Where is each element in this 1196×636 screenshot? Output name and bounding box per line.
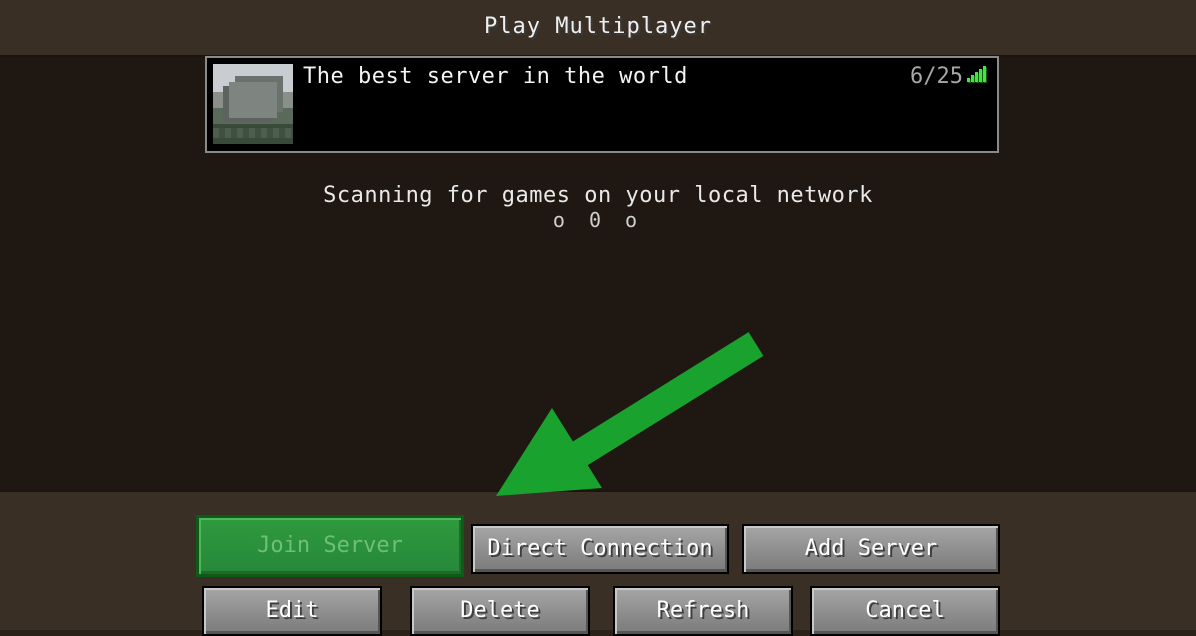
server-name: The best server in the world (303, 64, 688, 89)
delete-button[interactable]: Delete (410, 586, 590, 636)
signal-strength-icon (967, 66, 989, 82)
edit-button[interactable]: Edit (202, 586, 382, 636)
add-server-button[interactable]: Add Server (742, 524, 1000, 574)
loading-indicator: o 0 o (552, 208, 644, 232)
refresh-button[interactable]: Refresh (613, 586, 793, 636)
page-title: Play Multiplayer (484, 14, 712, 39)
cancel-button[interactable]: Cancel (810, 586, 1000, 636)
server-entry[interactable]: The best server in the world 6/25 (205, 56, 999, 153)
lan-scanning-text: Scanning for games on your local network (323, 183, 873, 208)
join-server-button[interactable]: Join Server (196, 515, 464, 577)
server-icon (213, 64, 293, 144)
server-player-count: 6/25 (910, 64, 963, 89)
direct-connection-button[interactable]: Direct Connection (471, 524, 729, 574)
